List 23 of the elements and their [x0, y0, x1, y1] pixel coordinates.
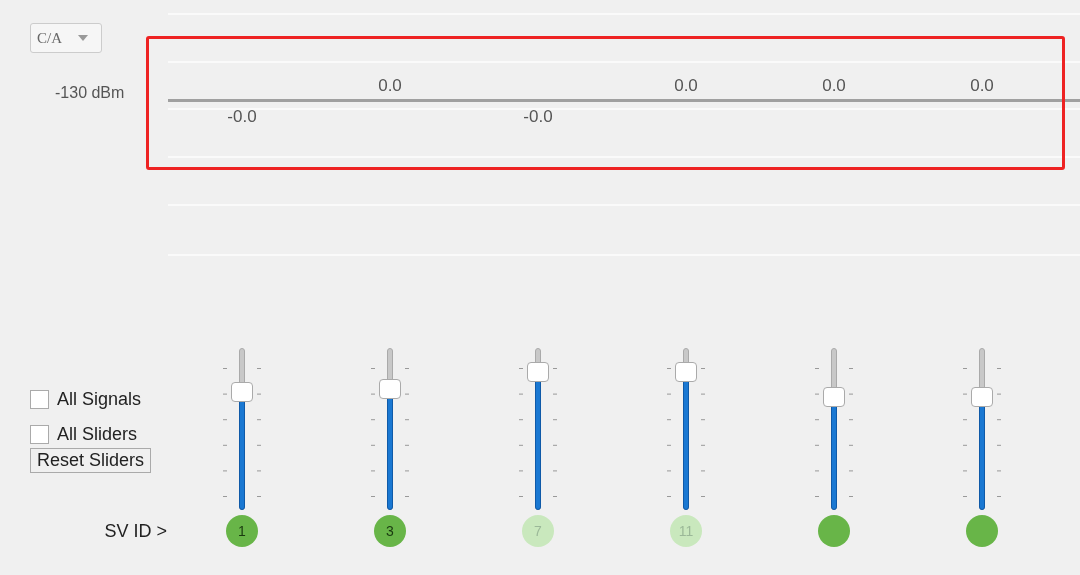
- signal-slider[interactable]: [379, 348, 401, 510]
- signal-slider[interactable]: [971, 348, 993, 510]
- signal-slider[interactable]: [527, 348, 549, 510]
- caret-icon: [78, 35, 88, 41]
- signal-slider[interactable]: [231, 348, 253, 510]
- checkbox-label: All Sliders: [57, 423, 138, 445]
- checkbox[interactable]: [30, 424, 49, 444]
- signal-reading: 0.0: [378, 76, 402, 96]
- reset-button[interactable]: Reset Sliders: [30, 448, 152, 473]
- sv-id-label: SV ID >: [103, 520, 168, 543]
- signal-slider[interactable]: [675, 348, 697, 510]
- signal-reading: 0.0: [970, 76, 994, 96]
- sv-badge: 3: [374, 515, 406, 547]
- axis-label: -130 dBm: [55, 84, 125, 102]
- signal-reading: 0.0: [822, 76, 846, 96]
- signal-reading: -0.0: [227, 107, 257, 127]
- checkbox-label: All Signals: [57, 388, 142, 410]
- signal-reading: -0.0: [523, 107, 553, 127]
- checkbox[interactable]: [30, 389, 49, 409]
- sv-badge: 1: [226, 515, 258, 547]
- signal-slider[interactable]: [823, 348, 845, 510]
- mode-dropdown[interactable]: C/A: [30, 23, 102, 53]
- signal-reading: 0.0: [674, 76, 698, 96]
